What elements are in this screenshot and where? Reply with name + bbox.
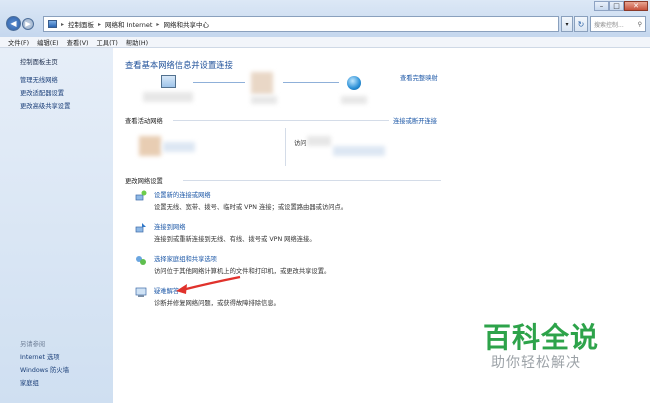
section-divider bbox=[183, 180, 441, 181]
connection-line bbox=[283, 82, 339, 83]
connection-name-redacted bbox=[333, 146, 385, 156]
sidebar-item-control-panel-home[interactable]: 控制面板主页 bbox=[20, 57, 58, 66]
task-desc: 诊断并修复网络问题，或获得故障排除信息。 bbox=[154, 300, 280, 307]
breadcrumb-network-sharing-center[interactable]: 网络和共享中心 bbox=[163, 19, 209, 29]
sidebar-item-internet-options[interactable]: Internet 选项 bbox=[20, 352, 60, 361]
close-button[interactable]: ✕ bbox=[624, 1, 648, 11]
task-troubleshoot[interactable]: 疑难解答 bbox=[154, 286, 179, 295]
arrow-right-icon: ▶ bbox=[25, 20, 31, 28]
search-icon: ⚲ bbox=[637, 20, 642, 28]
menu-file[interactable]: 文件(F) bbox=[8, 38, 29, 47]
section-divider bbox=[173, 120, 389, 121]
active-network-name-redacted bbox=[163, 142, 195, 152]
homegroup-icon bbox=[136, 256, 146, 265]
address-dropdown-button[interactable]: ▾ bbox=[561, 16, 573, 32]
sidebar-item-advanced-sharing[interactable]: 更改高级共享设置 bbox=[20, 101, 70, 110]
refresh-icon: ↻ bbox=[577, 19, 585, 29]
refresh-button[interactable]: ↻ bbox=[574, 16, 588, 32]
change-settings-heading: 更改网络设置 bbox=[125, 178, 163, 185]
breadcrumb-separator-icon[interactable]: ▸ bbox=[98, 21, 101, 28]
network-icon-redacted bbox=[251, 72, 273, 94]
menu-help[interactable]: 帮助(H) bbox=[126, 38, 148, 47]
chevron-down-icon: ▾ bbox=[565, 20, 569, 28]
sidebar-item-adapter-settings[interactable]: 更改适配器设置 bbox=[20, 88, 64, 97]
page-title: 查看基本网络信息并设置连接 bbox=[125, 60, 233, 70]
task-connect-to-network[interactable]: 连接到网络 bbox=[154, 222, 185, 231]
task-setup-new-connection[interactable]: 设置新的连接或网络 bbox=[154, 190, 211, 199]
maximize-button[interactable]: □ bbox=[609, 1, 624, 11]
connect-disconnect-link[interactable]: 连接或断开连接 bbox=[393, 116, 437, 125]
vertical-separator bbox=[285, 128, 286, 166]
active-networks-heading: 查看活动网络 bbox=[125, 118, 163, 125]
troubleshoot-icon bbox=[135, 287, 147, 297]
back-button[interactable]: ◀ bbox=[6, 16, 21, 31]
see-also-heading: 另请参阅 bbox=[20, 341, 46, 348]
task-homegroup-sharing[interactable]: 选择家庭组和共享选项 bbox=[154, 254, 217, 263]
sidebar-item-windows-firewall[interactable]: Windows 防火墙 bbox=[20, 365, 69, 374]
task-desc: 访问位于其他网络计算机上的文件和打印机，或更改共享设置。 bbox=[154, 268, 331, 275]
forward-button[interactable]: ▶ bbox=[22, 18, 34, 30]
breadcrumb-separator-icon[interactable]: ▸ bbox=[61, 21, 64, 28]
sidebar: 控制面板主页 管理无线网络 更改适配器设置 更改高级共享设置 另请参阅 Inte… bbox=[0, 48, 113, 403]
internet-label-redacted bbox=[341, 96, 367, 104]
new-connection-icon bbox=[135, 190, 147, 201]
watermark-slogan: 助你轻松解决 bbox=[491, 355, 581, 371]
view-full-map-link[interactable]: 查看完整映射 bbox=[400, 73, 438, 82]
menu-bar: 文件(F) 编辑(E) 查看(V) 工具(T) 帮助(H) bbox=[0, 37, 650, 48]
watermark-logo-text: 百科全说 bbox=[483, 321, 600, 354]
arrow-left-icon: ◀ bbox=[10, 19, 17, 28]
task-desc: 设置无线、宽带、拨号、临时或 VPN 连接；或设置路由器或访问点。 bbox=[154, 204, 348, 211]
search-input[interactable]: 搜索控制... ⚲ bbox=[590, 16, 646, 32]
address-bar[interactable]: ▸ 控制面板 ▸ 网络和 Internet ▸ 网络和共享中心 bbox=[43, 16, 559, 32]
menu-edit[interactable]: 编辑(E) bbox=[37, 38, 59, 47]
sidebar-item-manage-wireless[interactable]: 管理无线网络 bbox=[20, 75, 58, 84]
connection-line bbox=[193, 82, 245, 83]
search-placeholder: 搜索控制... bbox=[594, 21, 624, 29]
computer-name-redacted bbox=[143, 92, 193, 102]
internet-globe-icon bbox=[347, 76, 361, 90]
task-desc: 连接到或重新连接到无线、有线、拨号或 VPN 网络连接。 bbox=[154, 236, 316, 243]
breadcrumb-separator-icon[interactable]: ▸ bbox=[156, 21, 159, 28]
computer-icon bbox=[161, 75, 176, 88]
menu-tools[interactable]: 工具(T) bbox=[96, 38, 117, 47]
breadcrumb-control-panel[interactable]: 控制面板 bbox=[68, 19, 94, 29]
connect-network-icon bbox=[135, 223, 146, 233]
network-name-redacted bbox=[251, 96, 277, 104]
menu-view[interactable]: 查看(V) bbox=[67, 38, 89, 47]
control-panel-icon bbox=[48, 20, 57, 28]
sidebar-item-homegroup[interactable]: 家庭组 bbox=[20, 378, 39, 387]
access-type-label: 访问 bbox=[294, 140, 307, 147]
network-icon-redacted bbox=[139, 136, 161, 156]
minimize-button[interactable]: – bbox=[594, 1, 609, 11]
breadcrumb-network-internet[interactable]: 网络和 Internet bbox=[105, 19, 152, 29]
access-type-redacted bbox=[307, 136, 331, 146]
